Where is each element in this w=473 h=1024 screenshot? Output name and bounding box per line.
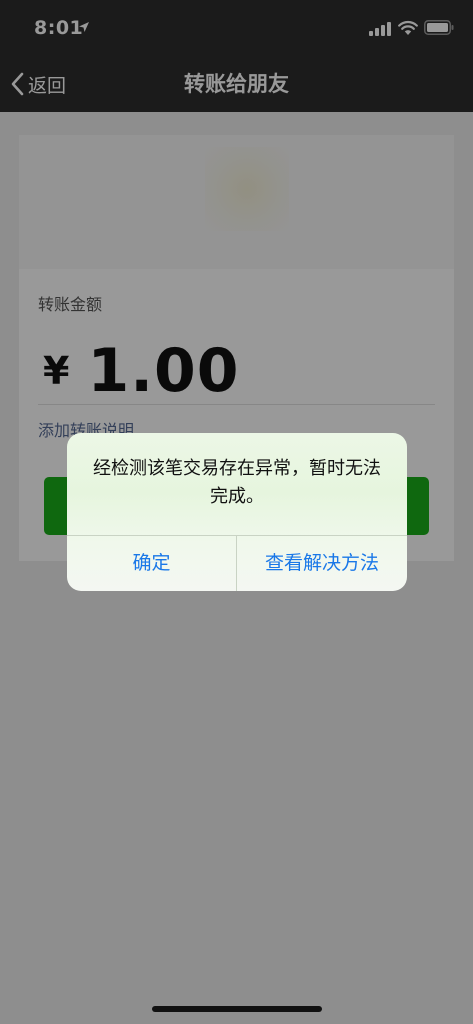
home-indicator[interactable]: [152, 1006, 322, 1012]
view-solution-button[interactable]: 查看解决方法: [237, 536, 407, 591]
confirm-button[interactable]: 确定: [67, 536, 236, 591]
alert-dialog: 经检测该笔交易存在异常，暂时无法完成。 确定 查看解决方法: [67, 433, 407, 591]
alert-message: 经检测该笔交易存在异常，暂时无法完成。: [93, 458, 381, 507]
